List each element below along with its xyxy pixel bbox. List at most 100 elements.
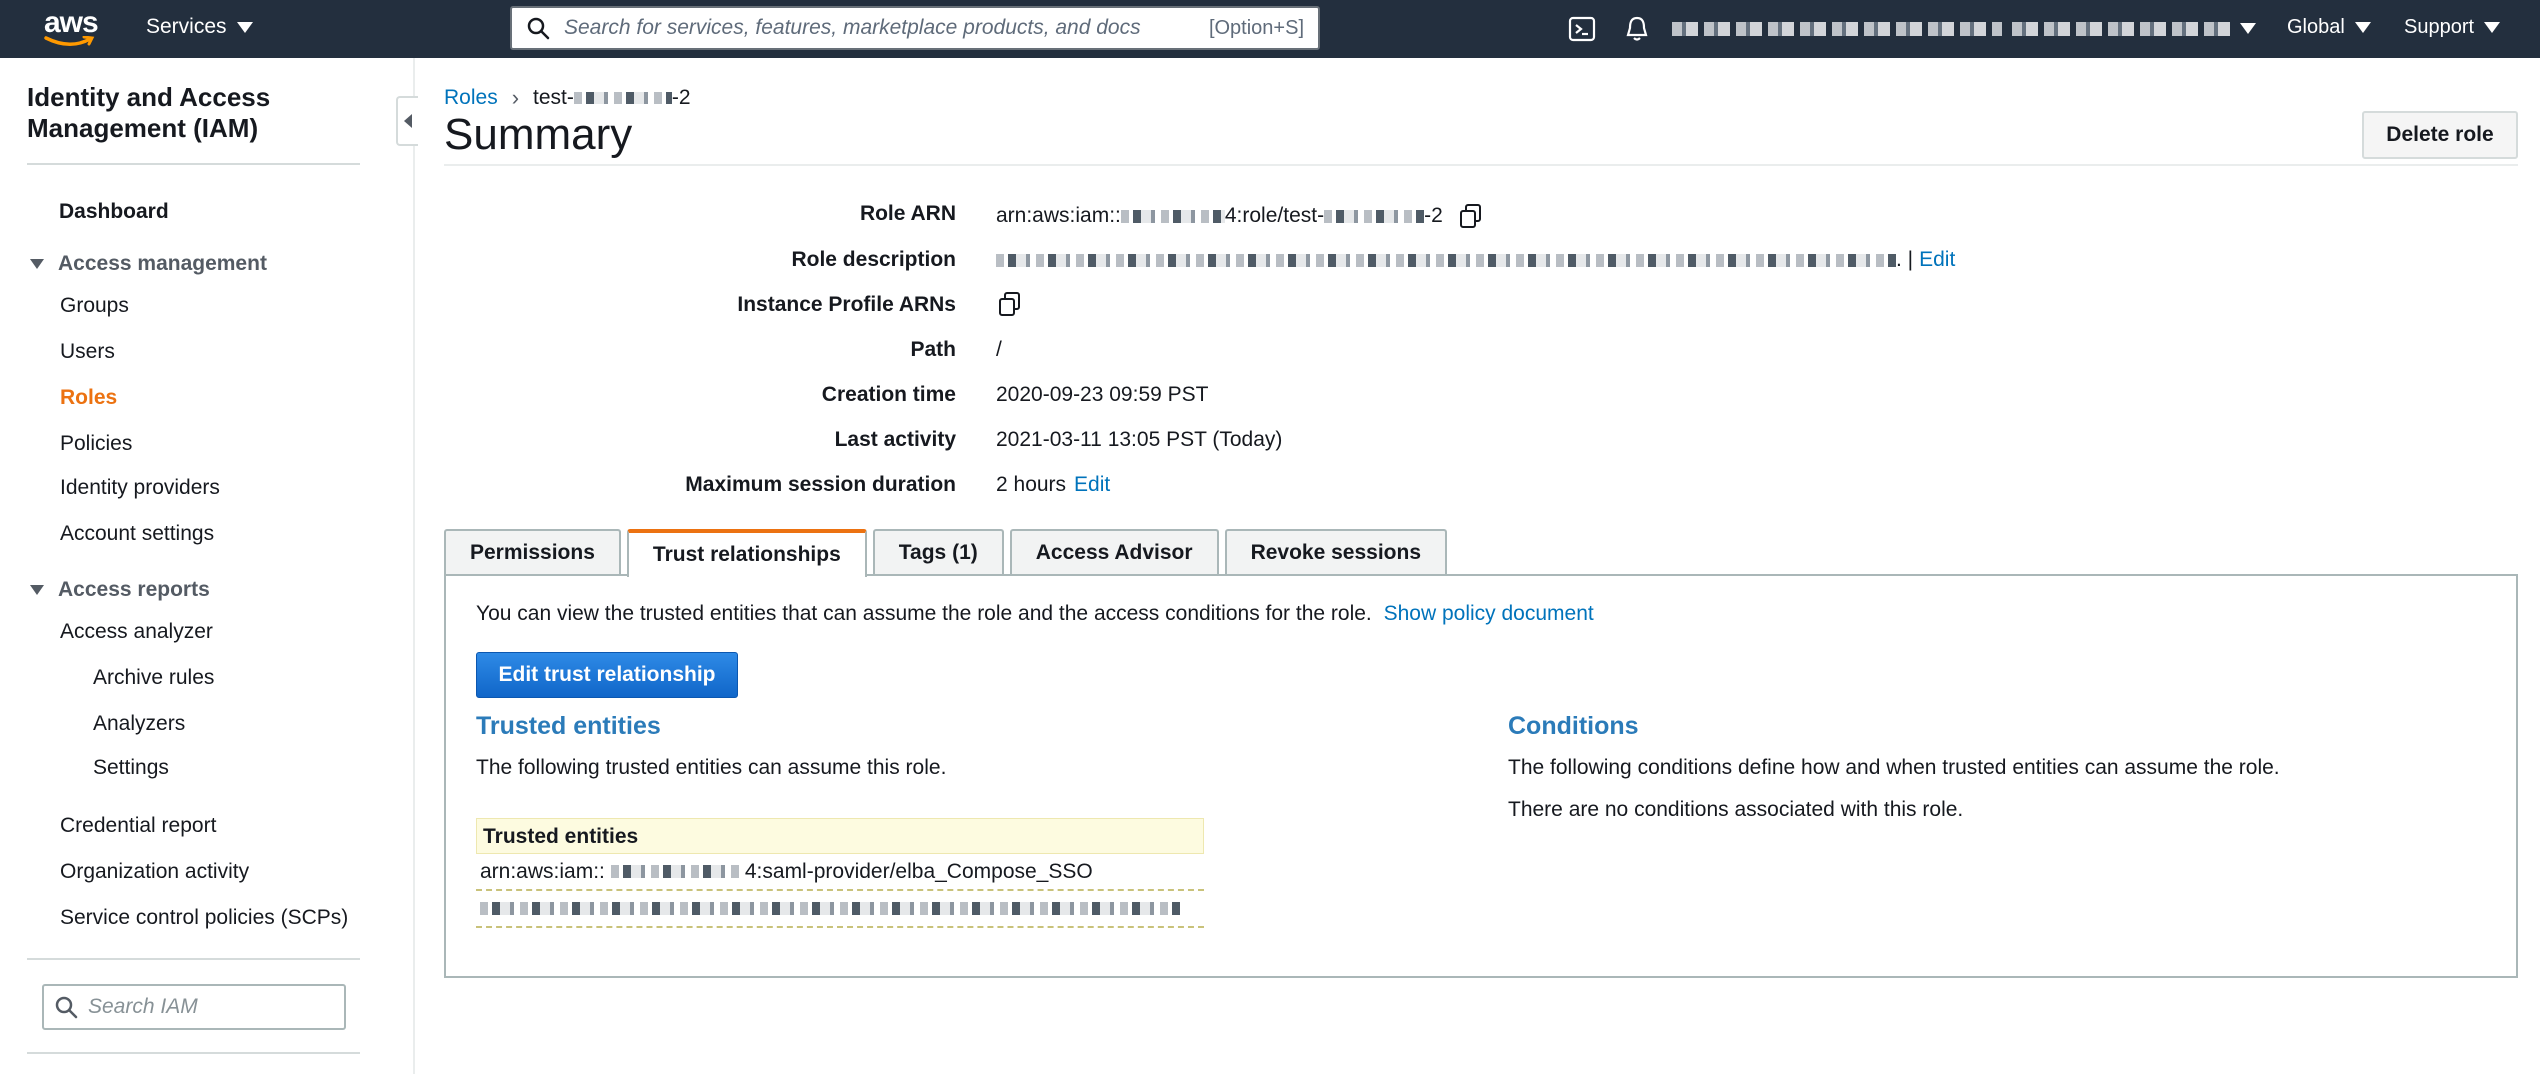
- support-menu[interactable]: Support: [2404, 16, 2501, 39]
- sidebar-search-input[interactable]: [88, 995, 328, 1019]
- redacted-text: [996, 253, 1896, 267]
- aws-logo-text: aws: [44, 6, 99, 39]
- role-arn-suffix: -2: [1424, 204, 1443, 227]
- account-id-redacted: [2012, 22, 2232, 36]
- creation-time-label: Creation time: [821, 383, 956, 406]
- caret-down-icon: [2240, 23, 2256, 34]
- copy-icon[interactable]: [1457, 202, 1485, 230]
- path-label: Path: [910, 338, 956, 361]
- breadcrumb: Roles › test- -2: [444, 85, 691, 111]
- divider: [27, 163, 360, 165]
- chevron-right-icon: ›: [511, 85, 520, 110]
- sidebar-section-access-management[interactable]: Access management: [30, 252, 267, 276]
- sidebar-item-archive-rules[interactable]: Archive rules: [93, 666, 214, 690]
- redacted-text: [610, 865, 739, 878]
- copy-icon[interactable]: [996, 290, 1024, 318]
- entity-arn-suffix: 4:saml-provider/elba_Compose_SSO: [744, 859, 1093, 883]
- role-summary: Role ARN arn:aws:iam:: 4:role/test- -2 R…: [444, 164, 2518, 506]
- sidebar-collapse-button[interactable]: [396, 96, 418, 146]
- redacted-text: [573, 92, 672, 104]
- tab-access-advisor[interactable]: Access Advisor: [1009, 529, 1219, 575]
- max-session-label: Maximum session duration: [685, 473, 956, 496]
- section-label: Access reports: [58, 578, 210, 601]
- creation-time-value: 2020-09-23 09:59 PST: [996, 383, 1209, 406]
- trusted-entities-heading: Trusted entities: [476, 712, 661, 740]
- sidebar-item-identity-providers[interactable]: Identity providers: [60, 476, 220, 500]
- path-value: /: [996, 338, 1002, 361]
- sidebar: Identity and Access Management (IAM) Das…: [0, 58, 415, 1074]
- page-title: Summary: [444, 110, 633, 159]
- tab-tags[interactable]: Tags (1): [872, 529, 1004, 575]
- sidebar-item-credential-report[interactable]: Credential report: [60, 814, 216, 838]
- delete-role-button[interactable]: Delete role: [2362, 111, 2518, 159]
- table-header: Trusted entities: [476, 818, 1204, 854]
- entity-arn-prefix: arn:aws:iam::: [480, 859, 605, 883]
- services-label: Services: [146, 15, 227, 38]
- redacted-text: [1324, 209, 1425, 223]
- sidebar-item-organization-activity[interactable]: Organization activity: [60, 860, 249, 884]
- sidebar-section-access-reports[interactable]: Access reports: [30, 578, 210, 602]
- conditions-heading: Conditions: [1508, 712, 1639, 740]
- last-activity-label: Last activity: [834, 428, 956, 451]
- account-menu[interactable]: [1672, 18, 2256, 40]
- sidebar-item-settings[interactable]: Settings: [93, 756, 169, 780]
- caret-down-icon: [236, 21, 253, 33]
- max-session-value: 2 hours Edit: [996, 473, 1110, 497]
- sidebar-search[interactable]: [42, 984, 346, 1030]
- services-menu[interactable]: Services: [146, 15, 253, 39]
- trust-intro: You can view the trusted entities that c…: [476, 602, 1594, 626]
- trusted-entities-table: Trusted entities arn:aws:iam:: 4:saml-pr…: [476, 818, 1204, 928]
- caret-down-icon: [30, 585, 44, 595]
- search-icon: [55, 996, 78, 1019]
- edit-trust-relationship-button[interactable]: Edit trust relationship: [476, 652, 738, 698]
- role-tabs: Permissions Trust relationships Tags (1)…: [444, 529, 1447, 577]
- role-arn-value: arn:aws:iam:: 4:role/test- -2: [996, 202, 1485, 230]
- breadcrumb-current: test- -2: [533, 86, 691, 110]
- caret-down-icon: [2354, 22, 2371, 33]
- sidebar-item-access-analyzer[interactable]: Access analyzer: [60, 620, 213, 644]
- tab-revoke-sessions[interactable]: Revoke sessions: [1224, 529, 1447, 575]
- divider: [27, 1052, 360, 1054]
- role-arn-label: Role ARN: [859, 202, 956, 225]
- caret-left-icon: [404, 114, 412, 128]
- global-search[interactable]: [Option+S]: [510, 6, 1320, 50]
- edit-description-link[interactable]: Edit: [1919, 248, 1955, 272]
- role-description-label: Role description: [791, 248, 956, 271]
- global-search-input[interactable]: [564, 16, 1209, 40]
- section-label: Access management: [58, 252, 267, 275]
- trust-relationships-panel: You can view the trusted entities that c…: [444, 574, 2518, 978]
- breadcrumb-current-suffix: -2: [671, 86, 691, 109]
- sidebar-item-account-settings[interactable]: Account settings: [60, 522, 214, 546]
- last-activity-value: 2021-03-11 13:05 PST (Today): [996, 428, 1283, 451]
- sidebar-item-scps[interactable]: Service control policies (SCPs): [60, 906, 348, 930]
- breadcrumb-roles-link[interactable]: Roles: [444, 86, 498, 110]
- sidebar-item-policies[interactable]: Policies: [60, 432, 132, 456]
- redacted-text: [480, 902, 1180, 915]
- sidebar-item-roles[interactable]: Roles: [60, 386, 117, 410]
- tab-permissions[interactable]: Permissions: [444, 529, 621, 575]
- sidebar-item-dashboard[interactable]: Dashboard: [59, 200, 169, 224]
- caret-down-icon: [2484, 22, 2501, 33]
- search-icon: [527, 17, 550, 40]
- sidebar-item-users[interactable]: Users: [60, 340, 115, 364]
- edit-session-link[interactable]: Edit: [1074, 473, 1110, 497]
- region-selector[interactable]: Global: [2287, 16, 2371, 39]
- max-session-duration: 2 hours: [996, 473, 1067, 496]
- sidebar-title: Identity and Access Management (IAM): [27, 82, 271, 143]
- redacted-text: [1120, 209, 1225, 223]
- breadcrumb-current-prefix: test-: [533, 86, 574, 109]
- aws-smile-icon: [44, 36, 95, 46]
- table-row: [476, 891, 1204, 928]
- show-policy-document-link[interactable]: Show policy document: [1384, 602, 1594, 625]
- region-label: Global: [2287, 16, 2345, 38]
- bell-icon[interactable]: [1622, 14, 1652, 44]
- caret-down-icon: [30, 259, 44, 269]
- tab-trust-relationships[interactable]: Trust relationships: [626, 529, 867, 577]
- instance-profile-label: Instance Profile ARNs: [737, 293, 956, 316]
- instance-profile-value: [982, 290, 1024, 318]
- no-conditions-text: There are no conditions associated with …: [1508, 798, 1964, 821]
- aws-logo[interactable]: aws: [44, 6, 100, 52]
- sidebar-item-groups[interactable]: Groups: [60, 294, 129, 318]
- sidebar-item-analyzers[interactable]: Analyzers: [93, 712, 185, 736]
- cloudshell-icon[interactable]: [1567, 14, 1597, 44]
